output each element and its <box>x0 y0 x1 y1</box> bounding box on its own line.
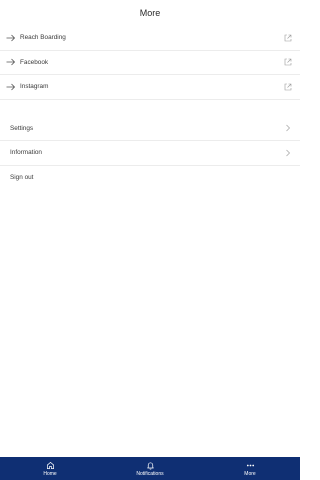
menu-item-settings[interactable]: Settings <box>0 117 300 141</box>
bottom-tab-bar: Home Notifications More <box>0 455 300 480</box>
link-facebook[interactable]: Facebook <box>0 51 300 75</box>
more-list: Reach Boarding Facebook Instagram Settin… <box>0 26 300 190</box>
tab-more[interactable]: More <box>200 455 300 480</box>
link-label: Instagram <box>20 83 49 91</box>
link-instagram[interactable]: Instagram <box>0 75 300 100</box>
sign-out-label: Sign out <box>10 174 34 182</box>
menu-item-label: Information <box>10 149 42 157</box>
tab-label: Notifications <box>136 470 164 477</box>
sign-out-button[interactable]: Sign out <box>0 166 300 191</box>
link-label: Facebook <box>20 58 49 66</box>
arrow-right-icon <box>6 34 16 42</box>
tab-notifications[interactable]: Notifications <box>100 457 200 480</box>
external-link-icon <box>284 58 292 66</box>
home-icon <box>46 461 54 469</box>
more-dots-icon <box>246 464 254 466</box>
tab-label: More <box>244 470 256 477</box>
chevron-right-icon <box>286 149 290 156</box>
page-header: More <box>0 0 300 26</box>
page-title: More <box>139 8 161 18</box>
tab-home[interactable]: Home <box>0 457 100 480</box>
tab-label: Home <box>43 470 57 477</box>
chevron-right-icon <box>286 125 290 132</box>
external-link-icon <box>284 83 292 91</box>
menu-item-information[interactable]: Information <box>0 141 300 166</box>
bell-icon <box>146 461 154 469</box>
link-reach-boarding[interactable]: Reach Boarding <box>0 26 300 51</box>
link-label: Reach Boarding <box>20 34 66 42</box>
menu-item-label: Settings <box>10 124 34 132</box>
external-link-icon <box>284 34 292 42</box>
arrow-right-icon <box>6 58 16 66</box>
arrow-right-icon <box>6 83 16 91</box>
